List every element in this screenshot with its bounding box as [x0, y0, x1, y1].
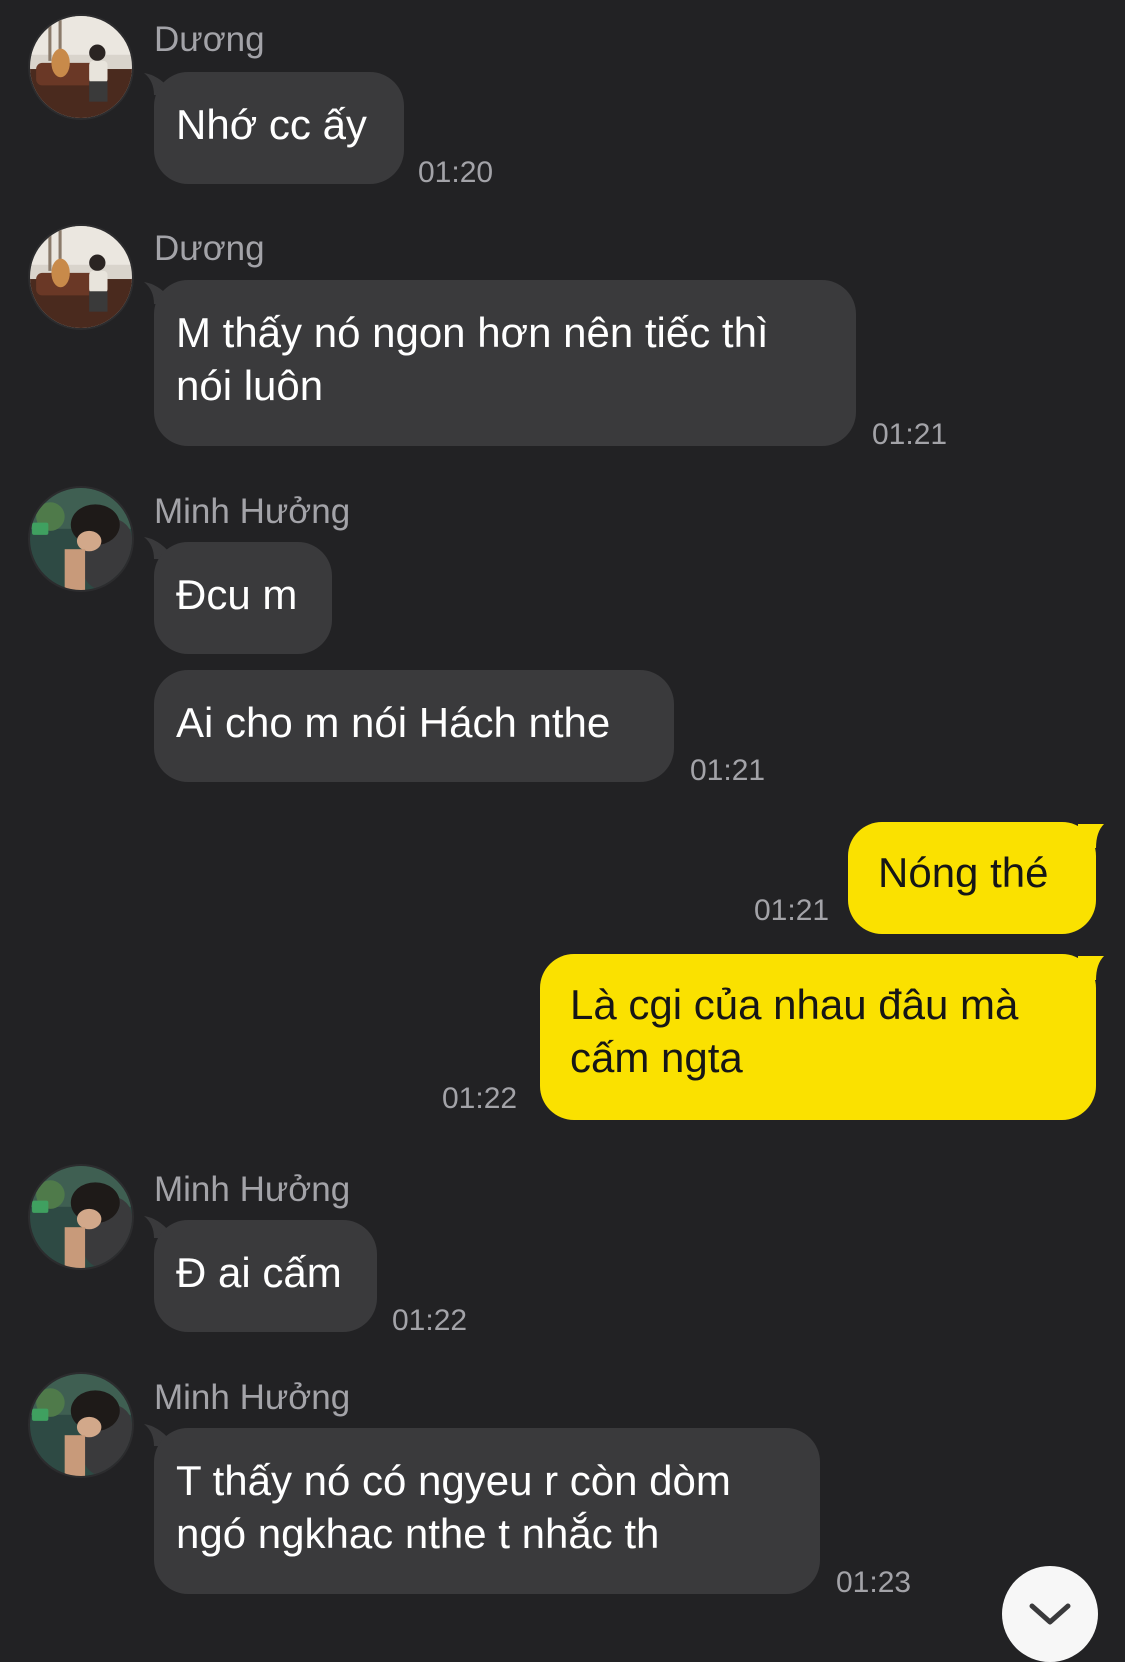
message-text: Nóng thé	[878, 849, 1049, 896]
sender-name: Dương	[154, 229, 265, 268]
message-text-line: cấm ngta	[570, 1034, 743, 1081]
message-bubble[interactable]: Là cgi của nhau đâu mà cấm ngta	[540, 954, 1096, 1120]
avatar-photo-icon	[30, 16, 132, 118]
message-time: 01:22	[392, 1304, 468, 1337]
sender-name: Minh Hưởng	[154, 1378, 351, 1417]
message-text-line: Là cgi của nhau đâu mà	[570, 981, 1019, 1028]
bubble-tail-icon	[1078, 824, 1104, 848]
avatar-photo-icon	[30, 1166, 132, 1268]
message-text: Đcu m	[176, 571, 298, 618]
chevron-down-icon	[1029, 1603, 1071, 1625]
message-time: 01:22	[442, 1082, 518, 1115]
avatar-minh-huong[interactable]	[30, 1166, 132, 1268]
message-time: 01:20	[418, 156, 494, 189]
message-bubble[interactable]: Ai cho m nói Hách nthe	[154, 670, 674, 782]
avatar-photo-icon	[30, 488, 132, 590]
avatar-minh-huong[interactable]	[30, 488, 132, 590]
message-text-line: nói luôn	[176, 362, 324, 409]
message-bubble[interactable]: Nhớ cc ấy	[154, 72, 404, 184]
message-bubble[interactable]: T thấy nó có ngyeu r còn dòm ngó ngkhac …	[154, 1428, 820, 1594]
bubble-tail-icon	[1078, 956, 1104, 980]
message-bubble[interactable]: Đcu m	[154, 542, 332, 654]
message-text: Đ ai cấm	[176, 1249, 342, 1296]
message-text-line: ngó ngkhac nthe t nhắc th	[176, 1510, 660, 1557]
message-text: Nhớ cc ấy	[176, 101, 367, 148]
message-time: 01:21	[872, 418, 948, 451]
avatar-duong[interactable]	[30, 226, 132, 328]
sender-name: Minh Hưởng	[154, 1170, 351, 1209]
message-text-line: M thấy nó ngon hơn nên tiếc thì	[176, 309, 769, 356]
avatar-photo-icon	[30, 1374, 132, 1476]
message-bubble[interactable]: Đ ai cấm	[154, 1220, 377, 1332]
message-text: Ai cho m nói Hách nthe	[176, 699, 611, 746]
scroll-to-bottom-button[interactable]	[1002, 1566, 1098, 1662]
sender-name: Dương	[154, 20, 265, 59]
message-text-line: T thấy nó có ngyeu r còn dòm	[176, 1457, 731, 1504]
sender-name: Minh Hưởng	[154, 492, 351, 531]
avatar-minh-huong[interactable]	[30, 1374, 132, 1476]
message-bubble[interactable]: M thấy nó ngon hơn nên tiếc thì nói luôn	[154, 280, 856, 446]
avatar-photo-icon	[30, 226, 132, 328]
message-time: 01:23	[836, 1566, 912, 1599]
avatar-duong[interactable]	[30, 16, 132, 118]
message-time: 01:21	[754, 894, 830, 927]
message-bubble[interactable]: Nóng thé	[848, 822, 1096, 934]
message-time: 01:21	[690, 754, 766, 787]
